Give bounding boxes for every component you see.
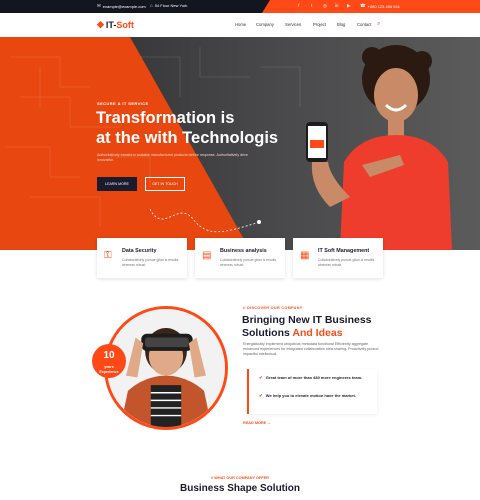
phone-text: +880 123 456 541 — [367, 3, 400, 9]
site-logo[interactable]: ◆ IT- Soft — [97, 19, 134, 30]
hero-title: Transformation is at the with Technologi… — [96, 108, 296, 148]
top-bar: ✉ example@example.com ⌂ 54 Flour New Yor… — [0, 0, 480, 13]
email-text: example@example.com — [102, 3, 146, 9]
youtube-icon[interactable]: ▶ — [347, 3, 350, 9]
phone-icon: ☎ — [360, 3, 366, 8]
read-more-link[interactable]: READ MORE → — [243, 421, 271, 425]
about-title-line1: Bringing New IT Business — [242, 314, 372, 326]
hero-paragraph: Authoritatively transform scalable manuf… — [97, 153, 248, 162]
get-in-touch-button[interactable]: GET IN TOUCH — [145, 177, 185, 191]
about-paragraph: Energistically implement ubiquitous meta… — [243, 342, 379, 357]
offer-title: Business Shape Solution — [179, 483, 301, 494]
nav-services[interactable]: Services — [285, 22, 301, 27]
fingerprint-icon: ⚿ — [104, 250, 112, 261]
about-title-b: Solutions — [242, 327, 293, 339]
list-item-text: Great team of more than 480 more enginee… — [265, 375, 363, 380]
offer-kicker: // WHAT OUR COMPANY OFFER — [211, 476, 269, 480]
service-title: IT Soft Management — [318, 248, 370, 254]
learn-more-button[interactable]: LEARN MORE — [97, 177, 137, 191]
list-item: ✔ Great team of more than 480 more engin… — [259, 375, 369, 380]
phone-item[interactable]: ☎ +880 123 456 541 — [360, 3, 400, 9]
service-desc: Collaboratively pursue gitan is results … — [122, 258, 179, 267]
service-title: Data Security — [122, 248, 157, 254]
feature-list: ✔ Great team of more than 480 more engin… — [247, 369, 377, 414]
service-card-business-analysis[interactable]: ▤ Business analysis Collaboratively purs… — [195, 238, 285, 278]
server-icon: ▦ — [300, 250, 310, 261]
email-item[interactable]: ✉ example@example.com — [97, 3, 146, 9]
hero-eyebrow: SECURE & IT SERVICE — [97, 101, 149, 106]
analytics-icon: ▤ — [202, 250, 212, 261]
about-kicker: // DISCOVER OUR COMPANY — [243, 306, 303, 310]
about-title-highlight: And Ideas — [292, 327, 343, 339]
nav-contact[interactable]: Contact — [357, 22, 371, 27]
site-header: ◆ IT- Soft Home Company Services Project … — [0, 13, 480, 37]
hero-woman-image — [306, 45, 452, 250]
nav-blog[interactable]: Blog — [337, 22, 345, 27]
address-text: 54 Flour New York — [154, 3, 188, 8]
logo-text-a: IT- — [105, 19, 117, 30]
badge-label-b: Experience — [99, 370, 119, 374]
list-item-text: We help you to elevate motion have the m… — [265, 393, 356, 398]
linkedin-icon[interactable]: in — [335, 3, 339, 8]
address-item: ⌂ 54 Flour New York — [150, 3, 187, 8]
badge-number: 10 — [103, 350, 115, 361]
list-item: ✔ We help you to elevate motion have the… — [259, 393, 369, 398]
nav-home[interactable]: Home — [235, 22, 246, 27]
badge-label-a: years — [104, 365, 114, 369]
logo-text-b: Soft — [116, 19, 134, 30]
experience-badge: 10 years Experience — [92, 344, 126, 378]
logo-icon: ◆ — [97, 19, 104, 29]
about-title: Bringing New IT Business Solutions And I… — [242, 314, 392, 340]
mail-icon: ✉ — [97, 3, 101, 8]
decorative-curve — [149, 208, 261, 233]
nav-project[interactable]: Project — [313, 22, 326, 27]
twitter-icon[interactable]: t — [311, 3, 312, 8]
about-title-line2: Solutions And Ideas — [242, 327, 392, 340]
service-card-data-security[interactable]: ⚿ Data Security Collaboratively pursue g… — [97, 238, 187, 278]
check-icon: ✔ — [259, 393, 263, 398]
check-icon: ✔ — [259, 375, 263, 380]
service-desc: Collaboratively pursue gitan is results … — [318, 258, 375, 267]
location-icon: ⌂ — [150, 3, 153, 8]
hero-title-line2: at the with Technologis — [96, 129, 279, 147]
facebook-icon[interactable]: f — [298, 3, 299, 8]
hero-title-line1: Transformation is — [96, 109, 235, 127]
search-icon[interactable]: ⌕ — [377, 21, 380, 28]
nav-company[interactable]: Company — [256, 22, 274, 27]
service-title: Business analysis — [220, 248, 267, 254]
instagram-icon[interactable]: ◎ — [323, 3, 327, 9]
service-card-it-soft-management[interactable]: ▦ IT Soft Management Collaboratively pur… — [293, 238, 383, 278]
about-section — [0, 250, 480, 465]
service-desc: Collaboratively pursue gitan is results … — [220, 258, 277, 267]
